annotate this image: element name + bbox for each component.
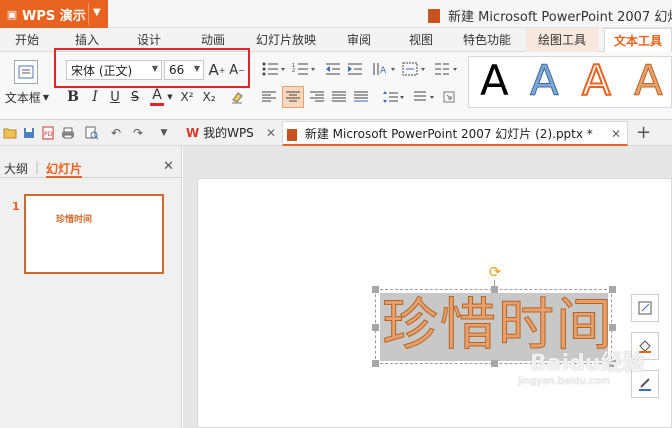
- chevron-down-icon: ▼: [42, 92, 50, 102]
- chevron-down-icon[interactable]: ▼: [166, 88, 174, 106]
- wps-menu-button[interactable]: ▣ WPS 演示 ▼: [0, 0, 108, 28]
- superscript-button[interactable]: X²: [178, 88, 196, 106]
- doc-tab-file-label: 新建 Microsoft PowerPoint 2007 幻灯片 (2).ppt…: [304, 127, 593, 141]
- tab-slides[interactable]: 幻灯片: [46, 160, 82, 177]
- svg-text:2: 2: [292, 68, 295, 74]
- tab-home[interactable]: 开始: [4, 28, 50, 52]
- tab-drawing-tools[interactable]: 绘图工具: [526, 28, 598, 52]
- svg-text:A: A: [380, 66, 387, 76]
- save-icon[interactable]: [21, 125, 37, 141]
- doc-tab-home-label: 我的WPS: [203, 126, 254, 140]
- doc-tab-file[interactable]: 新建 Microsoft PowerPoint 2007 幻灯片 (2).ppt…: [282, 121, 628, 146]
- thumbnail-text: 珍惜时间: [56, 215, 93, 225]
- tab-slides-underline: [46, 176, 82, 178]
- watermark-url: jingyan.baidu.com: [518, 376, 611, 387]
- bullet-list-icon[interactable]: [260, 60, 288, 78]
- ppt-file-icon: [428, 8, 440, 23]
- textbox-label: 文本框: [4, 90, 41, 105]
- italic-button[interactable]: I: [88, 88, 102, 106]
- slide-thumbnail[interactable]: 珍惜时间: [24, 194, 164, 274]
- pane-head-line: [0, 177, 182, 178]
- ppt-file-icon: [287, 128, 297, 141]
- close-icon[interactable]: ✕: [163, 159, 174, 174]
- resize-handle[interactable]: [609, 324, 616, 331]
- app-name: WPS 演示: [22, 8, 86, 24]
- wps-w-icon: W: [186, 126, 200, 140]
- decrease-indent-icon[interactable]: [324, 60, 342, 78]
- align-left-icon[interactable]: [260, 88, 278, 106]
- tab-special[interactable]: 特色功能: [456, 28, 518, 52]
- left-pane: [0, 146, 182, 428]
- paragraph-dialog-icon[interactable]: [440, 88, 458, 106]
- edit-shape-icon: [638, 301, 652, 315]
- increase-indent-icon[interactable]: [346, 60, 364, 78]
- resize-handle[interactable]: [491, 360, 498, 367]
- align-center-icon[interactable]: [282, 86, 304, 108]
- text-direction-icon[interactable]: A: [370, 60, 398, 78]
- justify-icon[interactable]: [330, 88, 348, 106]
- underline-button[interactable]: U: [108, 88, 122, 106]
- svg-text:PDF: PDF: [44, 131, 54, 138]
- watermark-logo: Baidu经验: [530, 351, 645, 376]
- text-style-orange[interactable]: A: [634, 59, 664, 102]
- resize-handle[interactable]: [372, 324, 379, 331]
- edit-shape-button[interactable]: [631, 294, 659, 322]
- resize-handle[interactable]: [372, 360, 379, 367]
- textbox-icon[interactable]: [14, 60, 38, 84]
- rotate-handle-icon[interactable]: ⟳: [487, 264, 503, 280]
- text-style-orange-outline[interactable]: A: [581, 59, 612, 103]
- bold-button[interactable]: B: [66, 88, 80, 106]
- clear-format-icon[interactable]: [228, 88, 246, 106]
- close-icon[interactable]: ✕: [611, 122, 621, 146]
- tab-view[interactable]: 视图: [398, 28, 444, 52]
- window-title: 新建 Microsoft PowerPoint 2007 幻灯片: [428, 6, 672, 25]
- distribute-icon[interactable]: [352, 88, 370, 106]
- line-spacing-icon[interactable]: [380, 88, 406, 106]
- close-icon[interactable]: ✕: [266, 121, 276, 145]
- columns-icon[interactable]: [432, 60, 460, 78]
- new-tab-button[interactable]: +: [632, 121, 652, 146]
- subscript-button[interactable]: X₂: [200, 88, 218, 106]
- align-right-icon[interactable]: [308, 88, 326, 106]
- text-style-blue[interactable]: A: [530, 59, 560, 102]
- tab-slideshow[interactable]: 幻灯片放映: [250, 28, 322, 52]
- pane-divider: |: [35, 160, 40, 174]
- strikethrough-button[interactable]: S: [128, 88, 142, 106]
- chevron-down-icon[interactable]: ▼: [156, 125, 172, 141]
- outline-pen-icon: [639, 378, 651, 391]
- window-title-text: 新建 Microsoft PowerPoint 2007 幻灯片: [448, 10, 672, 25]
- print-icon[interactable]: [60, 125, 76, 141]
- tab-review[interactable]: 审阅: [336, 28, 382, 52]
- align-text-icon[interactable]: [400, 60, 428, 78]
- undo-icon[interactable]: ↶: [108, 125, 124, 141]
- chevron-down-icon[interactable]: ▼: [93, 7, 101, 18]
- textbox-button[interactable]: 文本框 ▼: [2, 88, 52, 106]
- open-folder-icon[interactable]: [2, 125, 18, 141]
- menu-divider: [88, 3, 89, 25]
- font-color-button[interactable]: A: [150, 86, 164, 106]
- numbered-list-icon[interactable]: 12: [290, 60, 318, 78]
- resize-handle[interactable]: [609, 286, 616, 293]
- tab-outline[interactable]: 大纲: [4, 160, 28, 177]
- resize-handle[interactable]: [372, 286, 379, 293]
- tab-text-tools[interactable]: 文本工具: [604, 28, 672, 52]
- print-preview-icon[interactable]: [84, 125, 100, 141]
- slide-number: 1: [12, 200, 20, 213]
- resize-handle[interactable]: [491, 286, 498, 293]
- wps-logo-icon: ▣: [6, 7, 18, 21]
- font-highlight-box: [54, 48, 250, 88]
- export-pdf-icon[interactable]: PDF: [40, 125, 56, 141]
- doc-tab-home[interactable]: W 我的WPS ✕: [182, 121, 280, 146]
- text-style-black[interactable]: A: [480, 60, 509, 102]
- redo-icon[interactable]: ↷: [130, 125, 146, 141]
- paragraph-spacing-icon[interactable]: [410, 88, 436, 106]
